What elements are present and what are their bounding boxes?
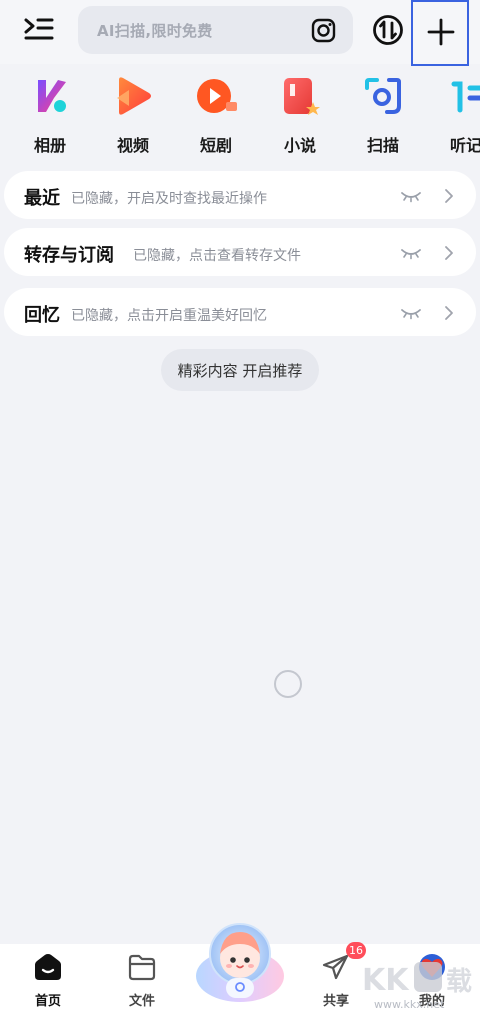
- enable-recommend-label: 精彩内容 开启推荐: [177, 362, 303, 380]
- app-label: 相册: [33, 136, 66, 155]
- nav-share-label: 共享: [322, 994, 349, 1009]
- section-desc: 已隐藏，点击开启重温美好回忆: [71, 308, 267, 324]
- chevron-right-icon: [445, 189, 453, 203]
- paper-plane-icon: [322, 954, 349, 980]
- app-video[interactable]: 视频: [103, 74, 163, 156]
- nav-files-label: 文件: [128, 994, 155, 1009]
- nav-home-label: 首页: [34, 994, 61, 1009]
- app-novel[interactable]: 小说: [270, 74, 330, 156]
- app-short-drama[interactable]: 短剧: [186, 74, 246, 156]
- enable-recommend-button[interactable]: 精彩内容 开启推荐: [161, 349, 319, 391]
- assistant-mascot-button[interactable]: [193, 914, 287, 1008]
- nav-share[interactable]: 共享: [301, 952, 371, 1009]
- app-scan[interactable]: 扫描: [353, 74, 413, 156]
- top-bar: AI扫描,限时免费: [0, 0, 480, 66]
- app-label: 视频: [116, 136, 149, 155]
- section-transfer-subscribe[interactable]: 转存与订阅 已隐藏，点击查看转存文件: [4, 228, 476, 276]
- eye-closed-icon[interactable]: [400, 306, 422, 320]
- listen-note-icon: [451, 81, 480, 113]
- loading-spinner: [274, 670, 302, 698]
- album-icon: [38, 80, 66, 112]
- chevron-right-icon: [445, 246, 453, 260]
- video-icon: [117, 77, 151, 115]
- folder-icon: [128, 954, 156, 981]
- camera-scan-icon[interactable]: [311, 17, 337, 43]
- app-label: 短剧: [199, 136, 232, 155]
- nav-home[interactable]: 首页: [13, 952, 83, 1009]
- plus-icon: [427, 18, 455, 46]
- app-label: 小说: [283, 136, 316, 155]
- menu-icon[interactable]: [22, 15, 56, 45]
- app-album[interactable]: 相册: [20, 74, 80, 156]
- app-label: 听记: [449, 136, 480, 155]
- svg-text:载: 载: [446, 967, 472, 997]
- app-label: 扫描: [366, 136, 399, 155]
- chevron-right-icon: [445, 306, 453, 320]
- section-desc: 已隐藏，开启及时查找最近操作: [71, 191, 267, 207]
- nav-files[interactable]: 文件: [107, 952, 177, 1009]
- search-bar[interactable]: AI扫描,限时免费: [78, 6, 353, 54]
- short-drama-icon: [197, 79, 237, 113]
- watermark-url: www.kkx.net: [374, 998, 445, 1011]
- novel-icon: [284, 78, 320, 115]
- eye-closed-icon[interactable]: [400, 246, 422, 260]
- scan-icon: [365, 78, 401, 114]
- app-listen-note[interactable]: 听记: [436, 74, 480, 156]
- add-button[interactable]: [411, 0, 469, 66]
- app-shortcuts: 相册 视频 短剧 小说 扫描 听记: [0, 68, 480, 158]
- section-recent[interactable]: 最近 已隐藏，开启及时查找最近操作: [4, 171, 476, 219]
- search-placeholder: AI扫描,限时免费: [97, 22, 213, 40]
- section-desc: 已隐藏，点击查看转存文件: [133, 248, 301, 264]
- eye-closed-icon[interactable]: [400, 189, 422, 203]
- home-icon: [35, 954, 61, 980]
- section-title: 回忆: [24, 305, 60, 326]
- section-title: 最近: [24, 188, 60, 209]
- svg-text:KK: KK: [362, 963, 410, 998]
- transfer-icon[interactable]: [372, 14, 404, 46]
- section-title: 转存与订阅: [24, 245, 114, 266]
- section-memories[interactable]: 回忆 已隐藏，点击开启重温美好回忆: [4, 288, 476, 336]
